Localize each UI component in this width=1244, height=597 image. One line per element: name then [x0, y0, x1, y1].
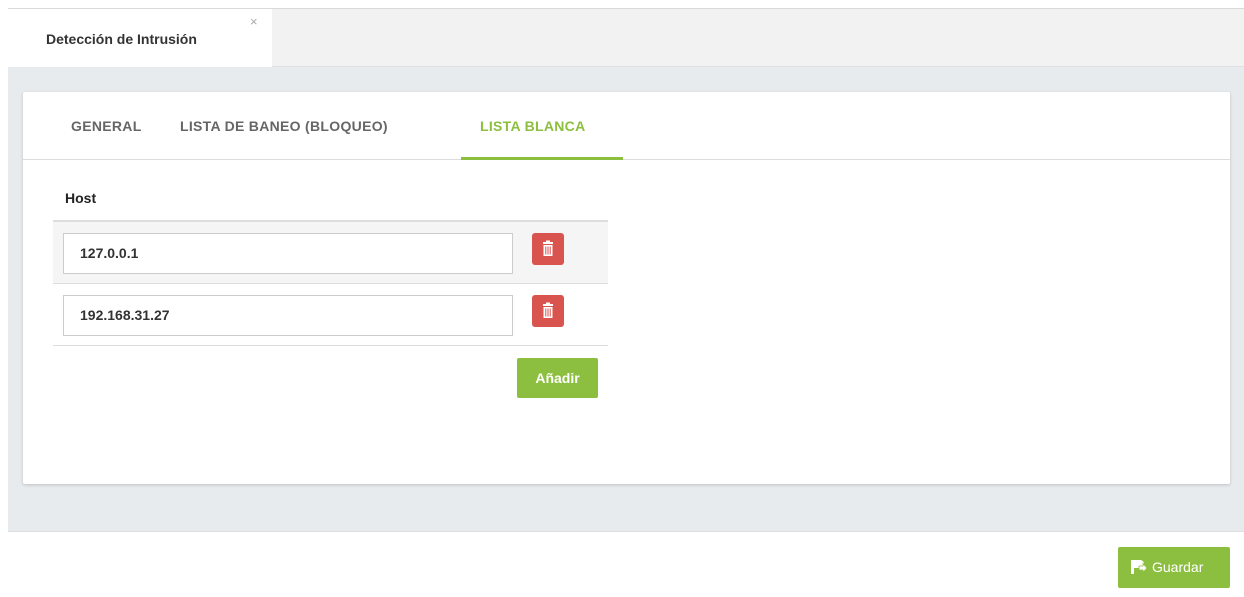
table-row: 192.168.31.27	[53, 284, 608, 346]
left-edge	[0, 0, 8, 597]
document-tab-label: Detección de Intrusión	[46, 31, 197, 47]
footer-bar: Guardar	[8, 531, 1244, 597]
save-button-label: Guardar	[1152, 559, 1204, 575]
host-input[interactable]: 192.168.31.27	[63, 295, 513, 336]
document-tabbar: Detección de Intrusión ×	[8, 8, 1244, 67]
host-column-header: Host	[53, 160, 608, 222]
close-icon[interactable]: ×	[250, 15, 258, 28]
section-tabs: GENERAL LISTA DE BANEO (BLOQUEO) LISTA B…	[23, 92, 1230, 160]
document-tab[interactable]: Detección de Intrusión ×	[8, 8, 272, 67]
trash-icon	[543, 302, 553, 318]
save-share-icon	[1131, 560, 1148, 574]
tab-general[interactable]: GENERAL	[71, 118, 142, 134]
save-button[interactable]: Guardar	[1118, 547, 1230, 588]
table-row: 127.0.0.1	[53, 222, 608, 284]
delete-host-button[interactable]	[532, 233, 564, 265]
content-area: GENERAL LISTA DE BANEO (BLOQUEO) LISTA B…	[8, 67, 1244, 531]
host-header-label: Host	[65, 190, 97, 206]
host-input[interactable]: 127.0.0.1	[63, 233, 513, 274]
delete-host-button[interactable]	[532, 295, 564, 327]
tab-ban-list[interactable]: LISTA DE BANEO (BLOQUEO)	[180, 118, 388, 134]
trash-icon	[543, 240, 553, 256]
add-host-button[interactable]: Añadir	[517, 358, 598, 398]
settings-card: GENERAL LISTA DE BANEO (BLOQUEO) LISTA B…	[23, 92, 1230, 484]
tab-white-list[interactable]: LISTA BLANCA	[480, 118, 585, 134]
